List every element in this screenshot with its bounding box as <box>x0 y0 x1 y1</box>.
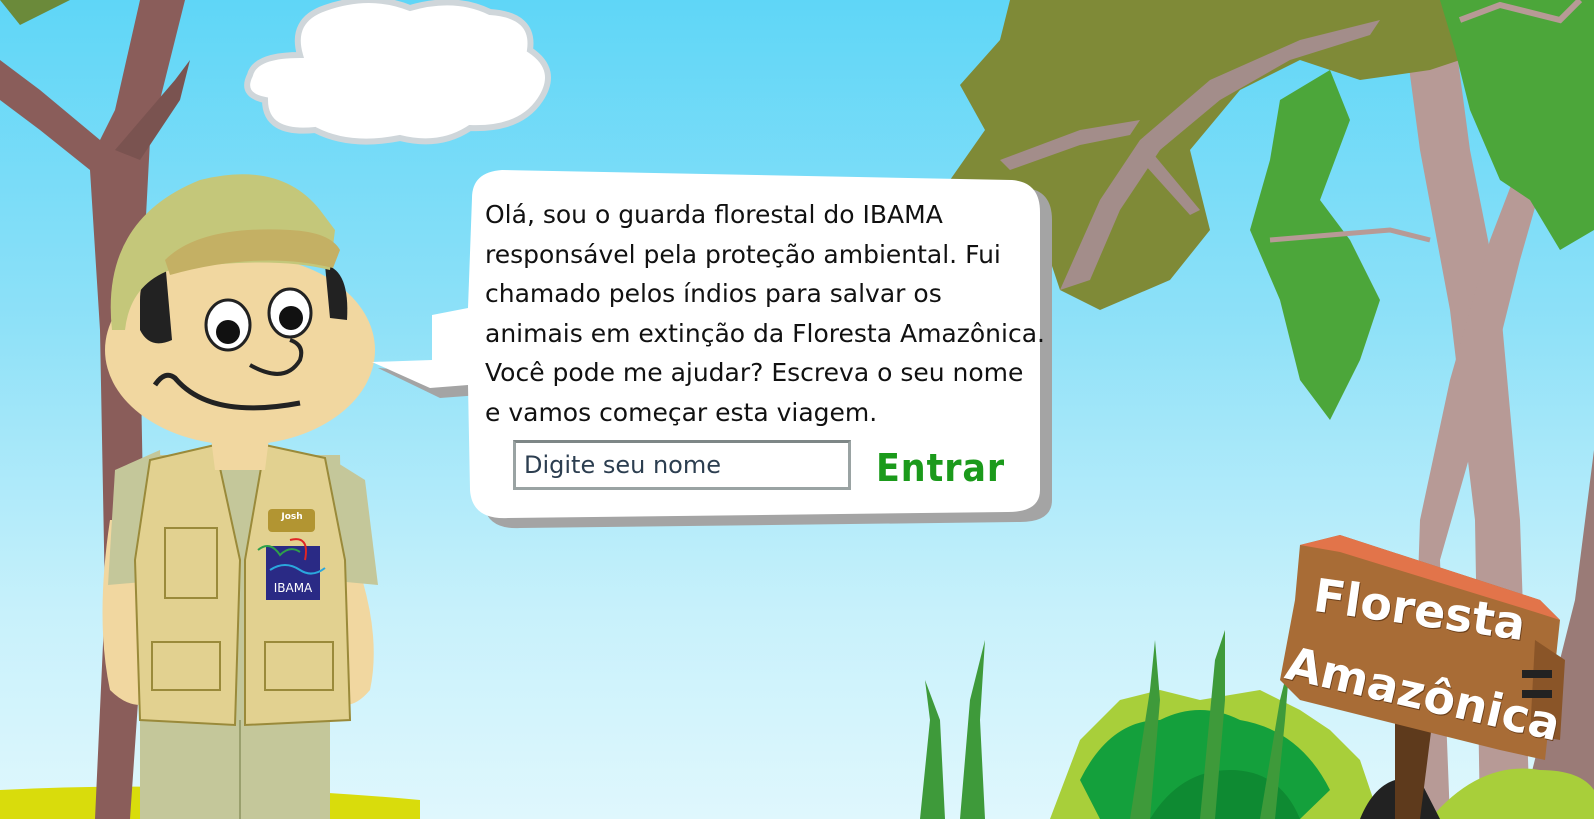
enter-button[interactable]: Entrar <box>876 446 1005 490</box>
ranger-speech-text: Olá, sou o guarda florestal do IBAMA res… <box>485 200 1045 427</box>
name-input[interactable] <box>513 440 851 490</box>
game-scene: Josh IBAMA Olá, sou o guarda florestal d… <box>0 0 1594 819</box>
